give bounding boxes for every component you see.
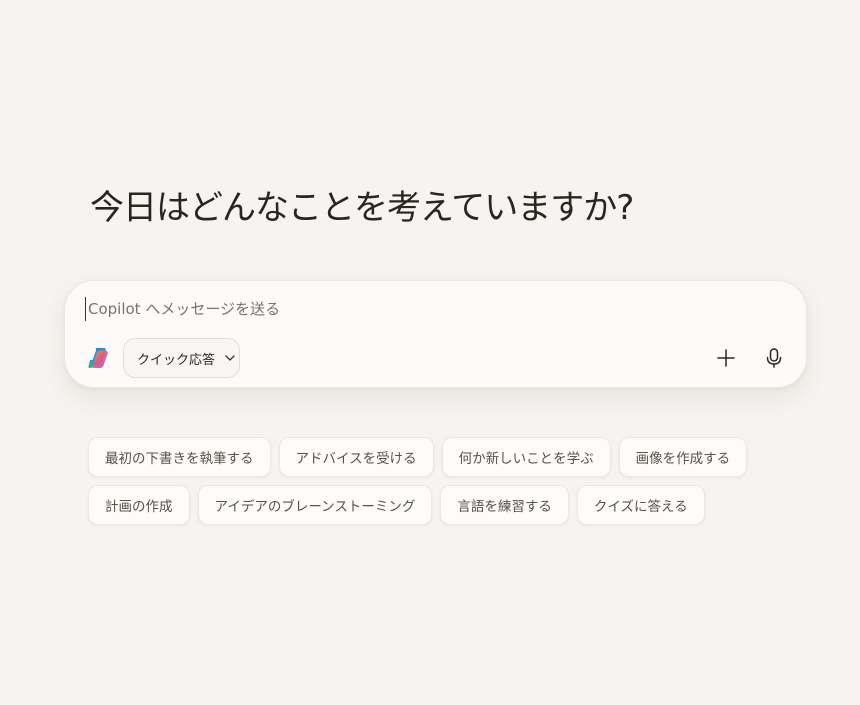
message-input[interactable] (85, 297, 778, 321)
response-mode-button[interactable]: クイック応答 (123, 338, 240, 378)
suggestion-row: 計画の作成 アイデアのブレーンストーミング 言語を練習する クイズに答える (88, 485, 788, 525)
response-mode-label: クイック応答 (137, 352, 216, 368)
suggestion-chip-create-image[interactable]: 画像を作成する (618, 437, 748, 477)
suggestion-chip-learn-something[interactable]: 何か新しいことを学ぶ (441, 437, 611, 477)
suggestion-chip-practice-language[interactable]: 言語を練習する (440, 485, 569, 525)
suggestion-chip-make-plan[interactable]: 計画の作成 (88, 485, 190, 525)
suggestion-row: 最初の下書きを執筆する アドバイスを受ける 何か新しいことを学ぶ 画像を作成する (88, 437, 788, 477)
voice-input-button[interactable] (759, 343, 789, 373)
copilot-logo-icon (88, 348, 108, 368)
suggestion-chip-get-advice[interactable]: アドバイスを受ける (278, 437, 434, 477)
copilot-home: 今日はどんなことを考えていますか? Copilot へメッセージを送る クイック… (0, 0, 860, 705)
add-attachment-button[interactable] (711, 343, 741, 373)
microphone-icon (766, 348, 782, 368)
suggestion-chip-write-draft[interactable]: 最初の下書きを執筆する (88, 437, 271, 477)
suggestion-chip-take-quiz[interactable]: クイズに答える (576, 485, 705, 525)
plus-icon (717, 349, 735, 367)
suggestion-chip-brainstorm[interactable]: アイデアのブレーンストーミング (197, 485, 433, 525)
message-composer: クイック応答 (64, 280, 807, 388)
chevron-down-icon (225, 355, 235, 361)
suggestion-chips: 最初の下書きを執筆する アドバイスを受ける 何か新しいことを学ぶ 画像を作成する… (88, 437, 788, 533)
page-title: 今日はどんなことを考えていますか? (90, 188, 634, 228)
